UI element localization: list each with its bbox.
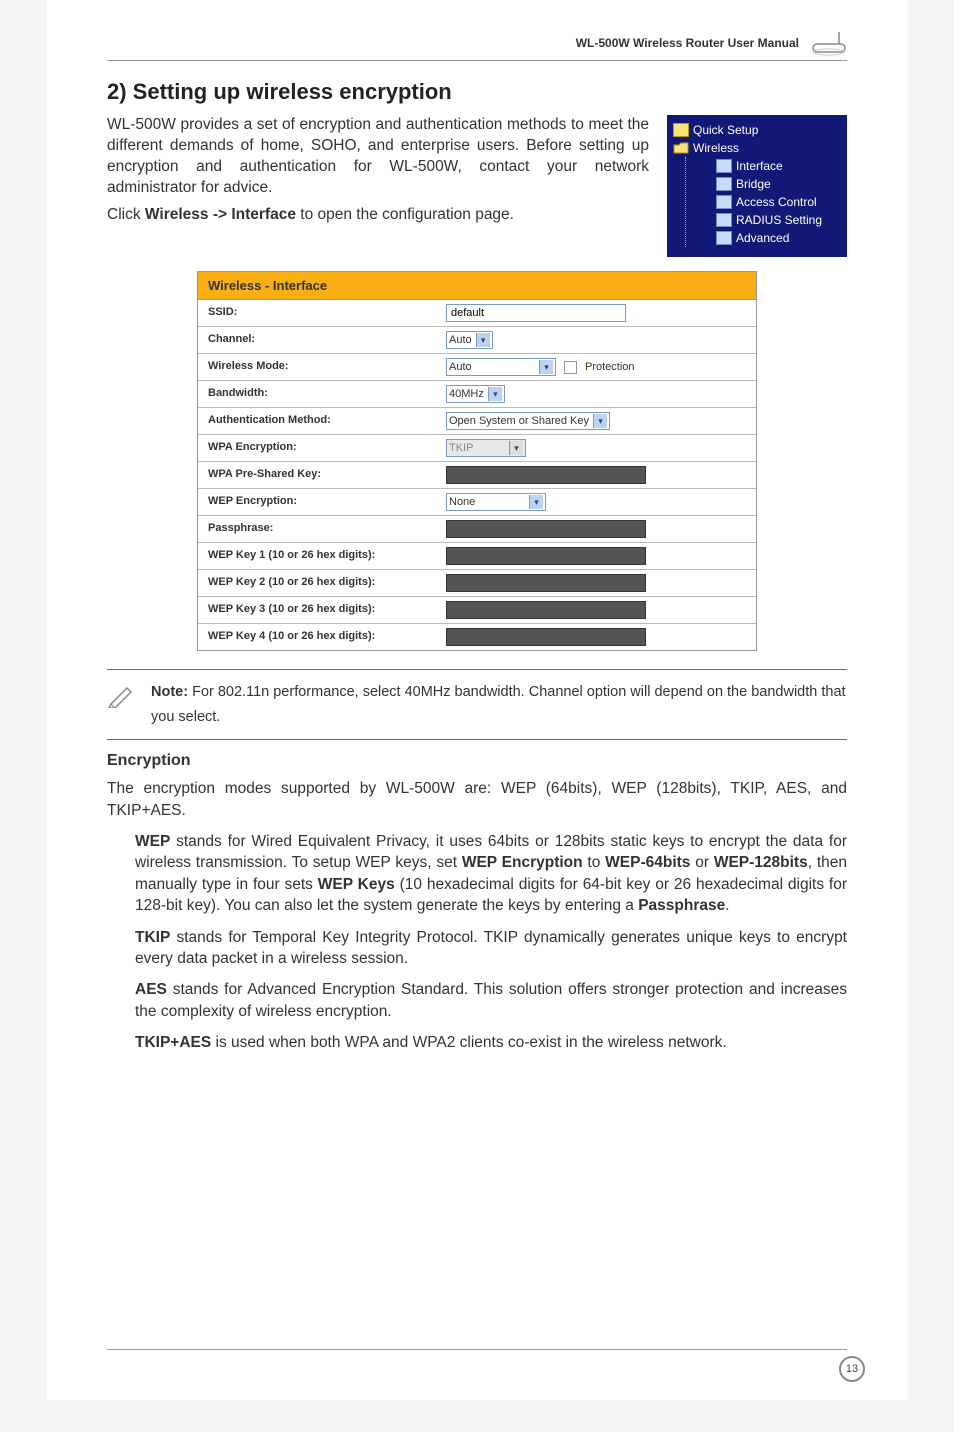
nav-interface[interactable]: Interface — [694, 157, 841, 175]
wep-key-4-input[interactable] — [446, 628, 646, 646]
row-auth-method: Authentication Method: Open System or Sh… — [198, 408, 756, 435]
row-wireless-mode: Wireless Mode: Auto▾ Protection — [198, 354, 756, 381]
nav-quick-setup[interactable]: Quick Setup — [673, 121, 841, 139]
row-passphrase: Passphrase: — [198, 516, 756, 543]
protection-checkbox[interactable] — [564, 361, 577, 374]
folder-icon — [673, 123, 689, 137]
page-icon — [716, 177, 732, 191]
note-text: Note: For 802.11n performance, select 40… — [151, 680, 847, 729]
nav-advanced[interactable]: Advanced — [694, 229, 841, 247]
wpa-encryption-select[interactable]: TKIP▾ — [446, 439, 526, 457]
row-wep-key-3: WEP Key 3 (10 or 26 hex digits): — [198, 597, 756, 624]
doc-title: WL-500W Wireless Router User Manual — [576, 36, 799, 50]
wep-encryption-select[interactable]: None▾ — [446, 493, 546, 511]
ssid-input[interactable] — [446, 304, 626, 322]
intro-text: WL-500W provides a set of encryption and… — [107, 115, 649, 257]
wep-key-1-input[interactable] — [446, 547, 646, 565]
row-channel: Channel: Auto▾ — [198, 327, 756, 354]
passphrase-input[interactable] — [446, 520, 646, 538]
footer-divider — [107, 1349, 847, 1350]
row-wep-encryption: WEP Encryption: None▾ — [198, 489, 756, 516]
tkip-para: TKIP stands for Temporal Key Integrity P… — [135, 927, 847, 970]
page-icon — [716, 159, 732, 173]
wep-para: WEP stands for Wired Equivalent Privacy,… — [135, 831, 847, 917]
aes-para: AES stands for Advanced Encryption Stand… — [135, 979, 847, 1022]
nav-tree: Quick Setup Wireless Interface Bridge Ac… — [667, 115, 847, 257]
chevron-down-icon: ▾ — [476, 333, 490, 347]
chevron-down-icon: ▾ — [593, 414, 607, 428]
chevron-down-icon: ▾ — [488, 387, 502, 401]
pencil-icon — [107, 680, 135, 708]
intro-para-1: WL-500W provides a set of encryption and… — [107, 115, 649, 199]
page-icon — [716, 213, 732, 227]
note-block: Note: For 802.11n performance, select 40… — [107, 669, 847, 740]
wireless-mode-select[interactable]: Auto▾ — [446, 358, 556, 376]
protection-label: Protection — [585, 361, 635, 373]
wep-key-2-input[interactable] — [446, 574, 646, 592]
wpa-psk-input[interactable] — [446, 466, 646, 484]
router-icon — [811, 30, 847, 56]
chevron-down-icon: ▾ — [509, 441, 523, 455]
row-wep-key-4: WEP Key 4 (10 or 26 hex digits): — [198, 624, 756, 650]
page-number: 13 — [839, 1356, 865, 1382]
page-header: WL-500W Wireless Router User Manual — [107, 30, 847, 61]
nav-access-control[interactable]: Access Control — [694, 193, 841, 211]
page-icon — [716, 195, 732, 209]
bandwidth-select[interactable]: 40MHz▾ — [446, 385, 505, 403]
channel-select[interactable]: Auto▾ — [446, 331, 493, 349]
page-icon — [716, 231, 732, 245]
row-ssid: SSID: — [198, 300, 756, 327]
open-folder-icon — [673, 141, 689, 155]
encryption-intro: The encryption modes supported by WL-500… — [107, 778, 847, 821]
row-wpa-psk: WPA Pre-Shared Key: — [198, 462, 756, 489]
section-title: 2) Setting up wireless encryption — [107, 79, 847, 105]
row-wpa-encryption: WPA Encryption: TKIP▾ — [198, 435, 756, 462]
chevron-down-icon: ▾ — [529, 495, 543, 509]
nav-wireless[interactable]: Wireless — [673, 139, 841, 157]
row-wep-key-1: WEP Key 1 (10 or 26 hex digits): — [198, 543, 756, 570]
auth-method-select[interactable]: Open System or Shared Key▾ — [446, 412, 610, 430]
nav-bridge[interactable]: Bridge — [694, 175, 841, 193]
chevron-down-icon: ▾ — [539, 360, 553, 374]
wep-key-3-input[interactable] — [446, 601, 646, 619]
wireless-interface-table: Wireless - Interface SSID: Channel: Auto… — [197, 271, 757, 651]
table-caption: Wireless - Interface — [198, 272, 756, 300]
tkipaes-para: TKIP+AES is used when both WPA and WPA2 … — [135, 1032, 847, 1053]
row-wep-key-2: WEP Key 2 (10 or 26 hex digits): — [198, 570, 756, 597]
encryption-heading: Encryption — [107, 752, 847, 770]
row-bandwidth: Bandwidth: 40MHz▾ — [198, 381, 756, 408]
intro-para-2: Click Wireless -> Interface to open the … — [107, 205, 649, 226]
nav-radius-setting[interactable]: RADIUS Setting — [694, 211, 841, 229]
